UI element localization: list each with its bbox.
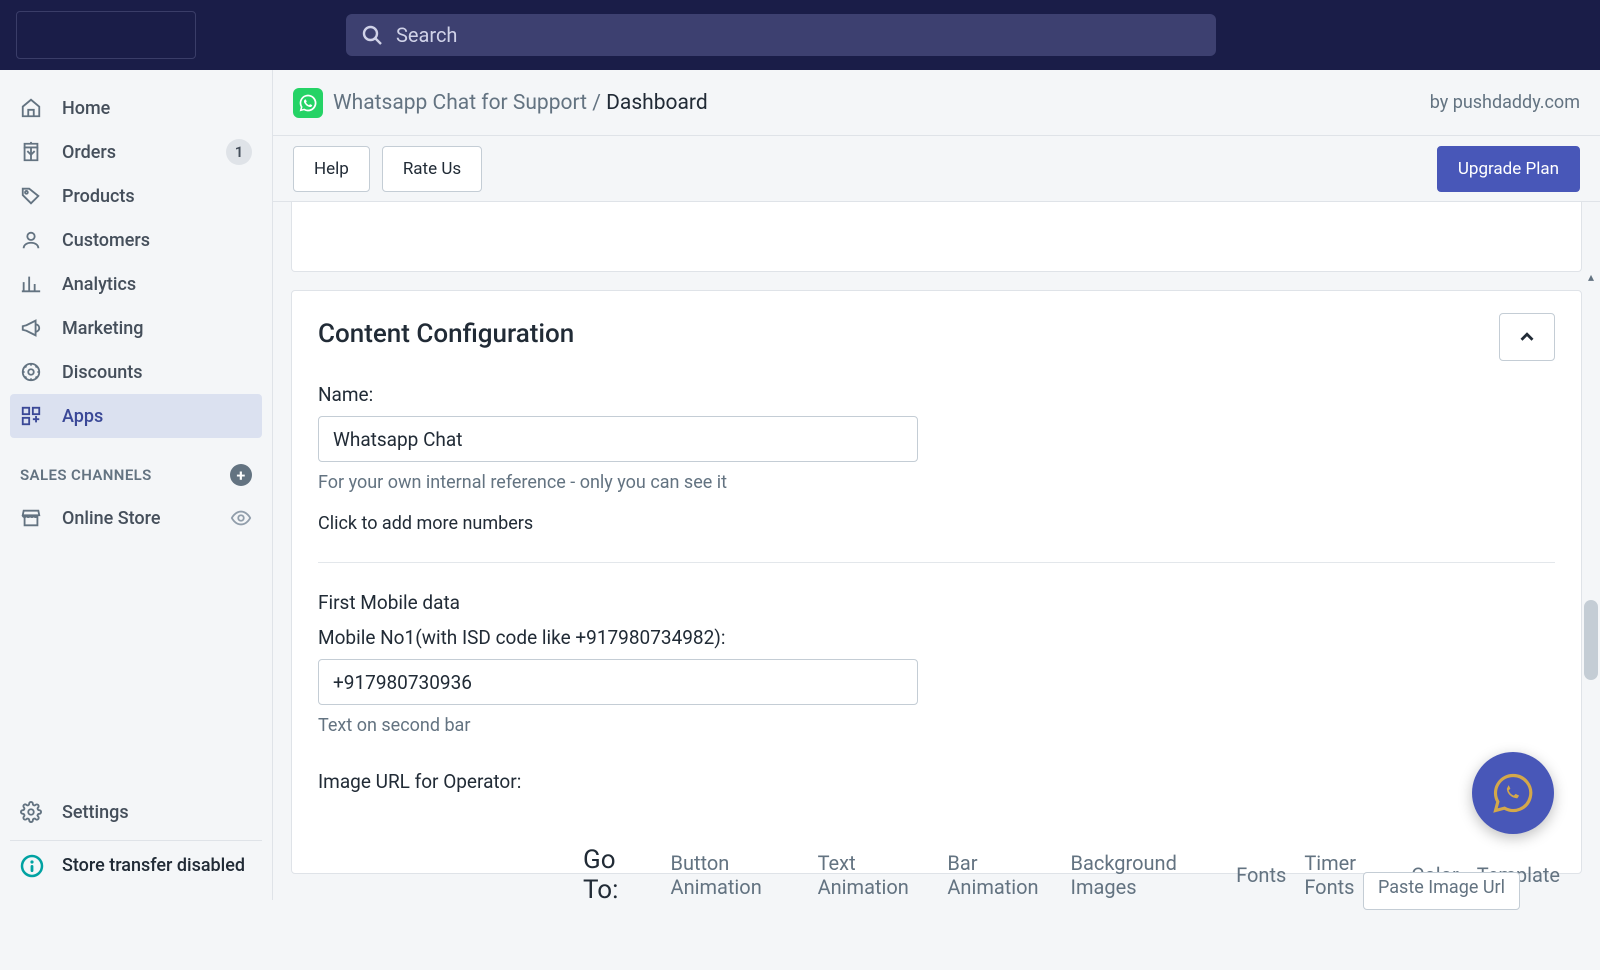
analytics-icon [20,273,42,295]
add-channel-button[interactable]: + [230,464,252,486]
upgrade-plan-button[interactable]: Upgrade Plan [1437,146,1580,192]
image-url-label: Image URL for Operator: [318,770,1555,793]
scrollbar[interactable]: ▴ [1582,270,1600,970]
discount-icon [20,361,42,383]
nav-label: Analytics [62,274,136,295]
apps-icon [20,405,42,427]
nav-products[interactable]: Products [10,174,262,218]
info-icon [20,854,44,878]
whatsapp-icon [1492,772,1534,814]
goto-bar: Go To: Button Animation Text Animation B… [583,850,1560,900]
sales-channels-header: SALES CHANNELS + [10,438,262,496]
search-field[interactable] [346,14,1216,56]
nav-orders[interactable]: Orders 1 [10,130,262,174]
top-bar [0,0,1600,70]
divider [318,562,1555,563]
goto-link[interactable]: Text Animation [818,851,930,899]
orders-icon [20,141,42,163]
nav-marketing[interactable]: Marketing [10,306,262,350]
name-help: For your own internal reference - only y… [318,472,1555,493]
nav-label: Home [62,98,110,119]
name-input[interactable] [318,416,918,462]
nav-label: Apps [62,406,103,427]
nav-apps[interactable]: Apps [10,394,262,438]
nav-label: Discounts [62,362,143,383]
nav-settings[interactable]: Settings [10,790,262,834]
content-scroll[interactable]: Content Configuration Name: For your own… [273,202,1600,900]
add-more-numbers-link[interactable]: Click to add more numbers [318,513,1555,534]
nav-home[interactable]: Home [10,86,262,130]
scroll-up-arrow[interactable]: ▴ [1584,270,1598,284]
nav-label: Settings [62,802,129,823]
whatsapp-fab[interactable] [1472,752,1554,834]
gear-icon [20,801,42,823]
home-icon [20,97,42,119]
store-icon [20,507,42,529]
nav-label: Online Store [62,508,160,529]
card-title: Content Configuration [318,319,1555,349]
main-area: Whatsapp Chat for Support / Dashboard by… [273,70,1600,900]
scroll-thumb[interactable] [1584,600,1598,680]
action-bar: Help Rate Us Upgrade Plan [273,136,1600,202]
whatsapp-logo-icon [293,88,323,118]
help-button[interactable]: Help [293,146,370,192]
previous-card-edge [291,202,1582,272]
collapse-button[interactable] [1499,313,1555,361]
mobile-label: Mobile No1(with ISD code like +917980734… [318,626,1555,649]
crumb-sep: / [592,91,601,115]
goto-link[interactable]: Fonts [1236,863,1286,887]
goto-label: Go To: [583,845,645,905]
name-label: Name: [318,383,1555,406]
customer-icon [20,229,42,251]
content-config-card: Content Configuration Name: For your own… [291,290,1582,874]
chevron-up-icon [1516,326,1538,348]
mobile-input[interactable] [318,659,918,705]
nav-discounts[interactable]: Discounts [10,350,262,394]
rate-us-button[interactable]: Rate Us [382,146,482,192]
image-url-input[interactable]: Paste Image Url [1363,872,1520,910]
nav-analytics[interactable]: Analytics [10,262,262,306]
mobile-section-header: First Mobile data [318,591,1555,614]
mobile-help: Text on second bar [318,715,1555,736]
store-transfer-banner[interactable]: Store transfer disabled [10,840,262,890]
eye-icon[interactable] [230,507,252,529]
search-input[interactable] [396,23,1202,47]
nav-label: Orders [62,142,116,163]
goto-link[interactable]: Bar Animation [947,851,1052,899]
logo-placeholder [16,11,196,59]
search-icon [360,23,384,47]
nav-online-store[interactable]: Online Store [10,496,262,540]
orders-badge: 1 [226,139,252,165]
nav-label: Marketing [62,318,143,339]
crumb-current: Dashboard [606,91,708,115]
crumb-author: by pushdaddy.com [1430,92,1580,113]
tag-icon [20,185,42,207]
megaphone-icon [20,317,42,339]
nav-label: Products [62,186,135,207]
goto-link[interactable]: Button Animation [671,851,800,899]
nav-label: Customers [62,230,150,251]
goto-link[interactable]: Background Images [1071,851,1219,899]
nav-customers[interactable]: Customers [10,218,262,262]
sidebar: Home Orders 1 Products Customers Analyti… [0,70,273,900]
crumb-app[interactable]: Whatsapp Chat for Support [333,91,587,115]
breadcrumb: Whatsapp Chat for Support / Dashboard by… [273,70,1600,136]
banner-text: Store transfer disabled [62,855,245,876]
